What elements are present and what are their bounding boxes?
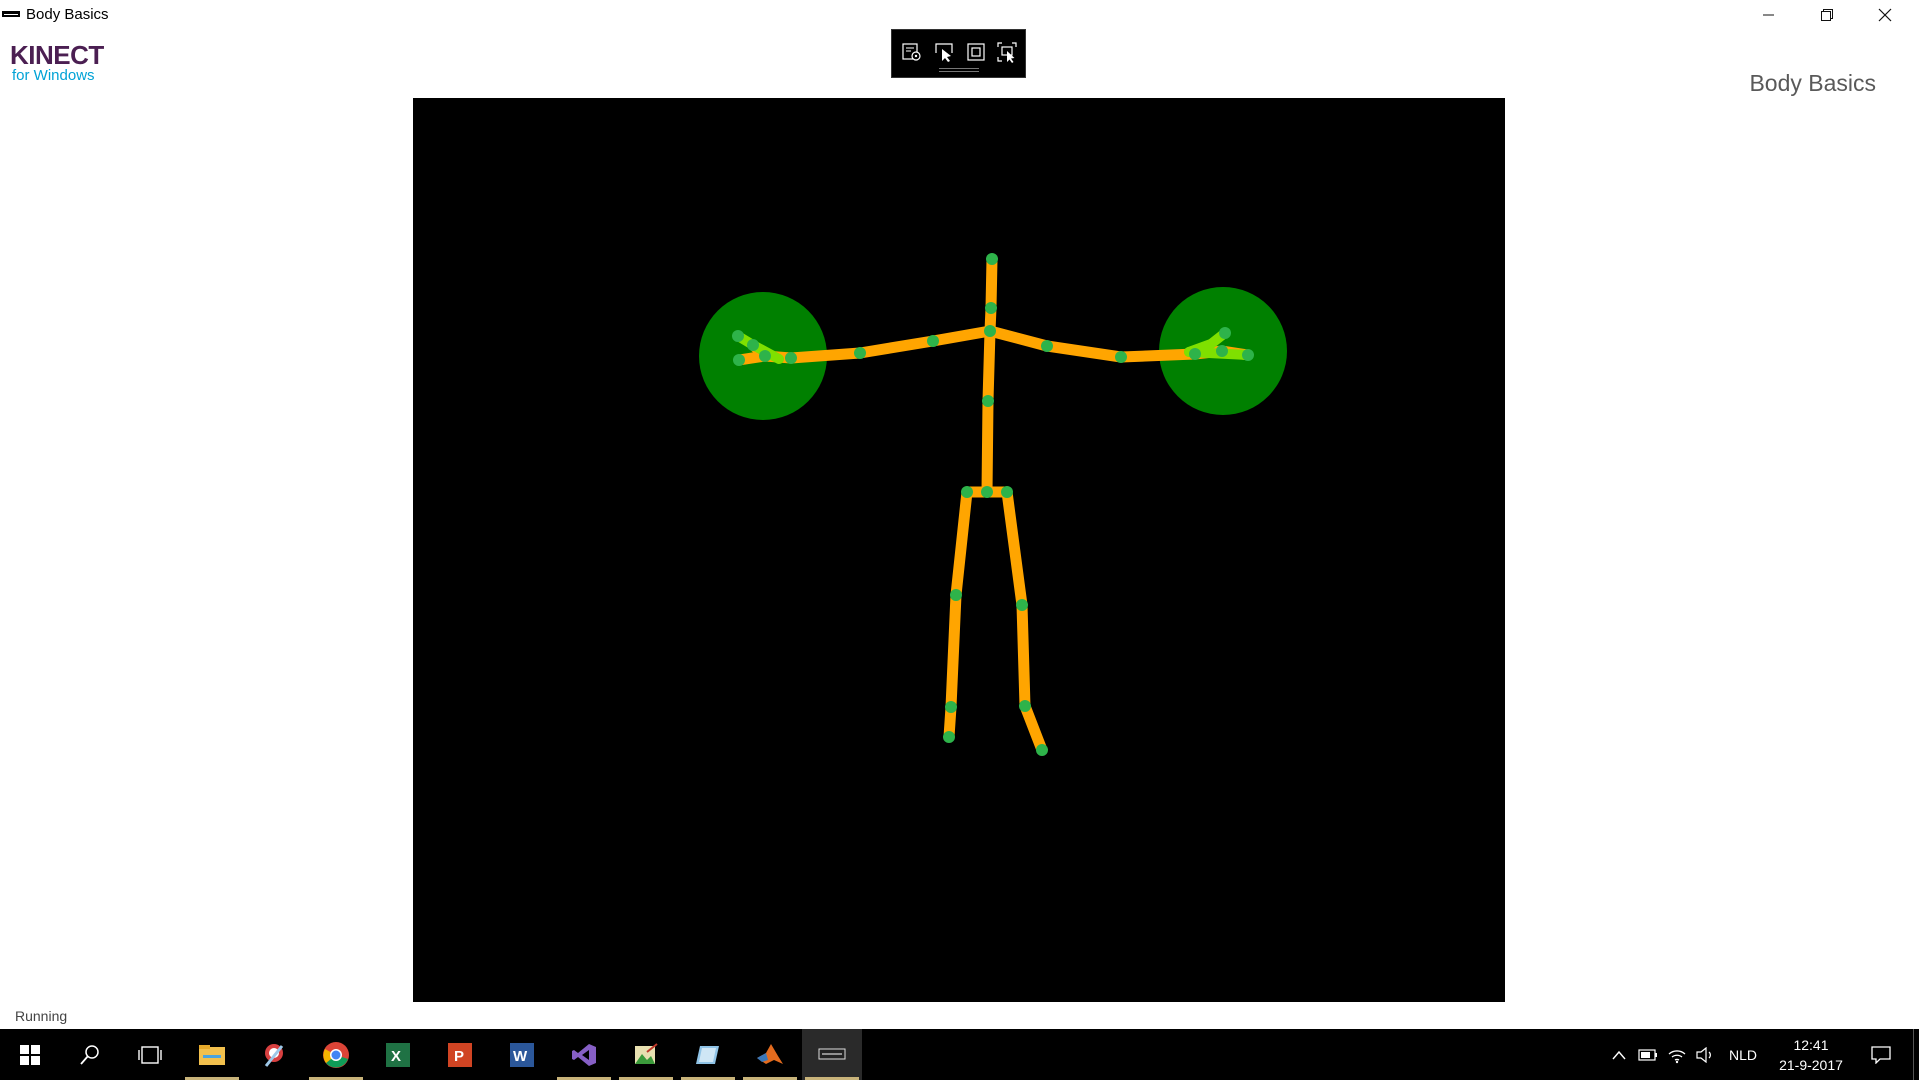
status-bar-text: Running <box>15 1008 68 1024</box>
minimize-icon <box>1763 14 1774 16</box>
track-focused-element-button[interactable] <box>993 38 1021 66</box>
network-tray[interactable] <box>1664 1029 1690 1080</box>
clock-date: 21-9-2017 <box>1779 1057 1843 1073</box>
track-focused-element-icon <box>997 42 1017 63</box>
debug-toolbar <box>891 29 1026 78</box>
word-icon: W <box>510 1042 534 1067</box>
title-bar: Body Basics <box>0 0 1919 30</box>
taskbar-matlab[interactable] <box>740 1029 800 1080</box>
display-layout-adorners-button[interactable] <box>962 38 990 66</box>
taskbar-console-app[interactable] <box>802 1029 862 1080</box>
taskbar-chrome[interactable] <box>306 1029 366 1080</box>
taskbar-snipping-tool[interactable] <box>244 1029 304 1080</box>
close-button[interactable] <box>1856 0 1914 30</box>
svg-text:X: X <box>391 1048 401 1065</box>
taskbar-reader[interactable] <box>678 1029 738 1080</box>
taskbar-excel[interactable]: X <box>368 1029 428 1080</box>
app-window-icon <box>2 11 20 17</box>
window-title: Body Basics <box>26 6 109 23</box>
taskbar: X P W NLD 12:41 21-9-2017 <box>0 1029 1919 1080</box>
start-button[interactable] <box>0 1029 60 1080</box>
taskbar-powerpoint[interactable]: P <box>430 1029 490 1080</box>
chevron-up-icon <box>1612 1050 1626 1059</box>
live-visual-tree-icon <box>902 43 921 61</box>
svg-text:P: P <box>454 1048 464 1065</box>
select-element-button[interactable] <box>930 38 958 66</box>
volume-tray[interactable] <box>1692 1029 1718 1080</box>
language-indicator[interactable]: NLD <box>1722 1029 1764 1080</box>
logo-main-text: KINECT <box>10 40 104 70</box>
kinect-logo: KINECT for Windows <box>10 42 104 84</box>
taskbar-visual-studio[interactable] <box>554 1029 614 1080</box>
minimize-button[interactable] <box>1740 0 1798 30</box>
restore-icon <box>1821 9 1833 21</box>
start-icon <box>20 1044 40 1065</box>
matlab-icon <box>757 1043 783 1064</box>
display-layout-adorners-icon <box>967 43 985 61</box>
search-icon <box>80 1044 99 1065</box>
logo-sub-text: for Windows <box>12 67 95 84</box>
visual-studio-icon <box>572 1043 596 1066</box>
skeleton-canvas <box>699 253 1287 756</box>
live-visual-tree-button[interactable] <box>898 38 926 66</box>
image-editor-icon <box>635 1042 658 1064</box>
close-icon <box>1878 8 1892 22</box>
chrome-icon <box>323 1041 349 1068</box>
task-view-button[interactable] <box>120 1029 180 1080</box>
toolbar-drag-handle[interactable] <box>939 68 979 72</box>
page-title: Body Basics <box>1749 70 1876 96</box>
show-hidden-icons-button[interactable] <box>1606 1029 1632 1080</box>
battery-tray[interactable] <box>1635 1029 1661 1080</box>
show-desktop-button[interactable] <box>1913 1029 1919 1080</box>
battery-icon <box>1638 1048 1657 1061</box>
select-element-icon <box>935 43 953 62</box>
svg-text:W: W <box>513 1048 528 1065</box>
excel-icon: X <box>386 1042 410 1067</box>
file-explorer-icon <box>199 1044 225 1065</box>
snipping-tool-icon <box>264 1043 284 1067</box>
console-app-icon <box>818 1048 846 1059</box>
body-view <box>413 98 1505 1002</box>
notification-icon <box>1871 1045 1891 1064</box>
speaker-icon <box>1696 1046 1711 1063</box>
search-button[interactable] <box>60 1029 120 1080</box>
reader-icon <box>696 1045 719 1064</box>
taskbar-image-editor[interactable] <box>616 1029 676 1080</box>
taskbar-word[interactable]: W <box>492 1029 552 1080</box>
joint-head <box>986 253 998 265</box>
bone-head-neck <box>985 253 998 314</box>
taskbar-file-explorer[interactable] <box>182 1029 242 1080</box>
wifi-icon <box>1668 1049 1686 1063</box>
task-view-icon <box>138 1045 162 1064</box>
restore-button[interactable] <box>1798 0 1856 30</box>
action-center-button[interactable] <box>1864 1029 1898 1080</box>
taskbar-clock[interactable]: 12:41 21-9-2017 <box>1765 1035 1857 1075</box>
powerpoint-icon: P <box>448 1042 472 1067</box>
clock-time: 12:41 <box>1793 1037 1829 1053</box>
